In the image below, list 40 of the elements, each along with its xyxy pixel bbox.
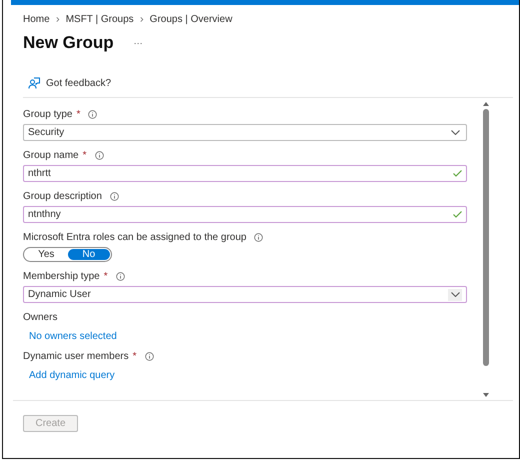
required-mark: * <box>76 109 80 120</box>
field-label: Membership type <box>23 271 100 282</box>
scroll-down-icon[interactable] <box>483 393 489 397</box>
info-icon[interactable] <box>144 352 154 361</box>
toggle-option[interactable]: Yes <box>25 249 68 260</box>
link[interactable]: No owners selected <box>29 331 467 342</box>
feedback-icon[interactable] <box>28 77 40 89</box>
required-mark: * <box>104 271 108 282</box>
field-label: Group description <box>23 191 102 202</box>
field-label: Owners <box>23 312 58 323</box>
dropdown[interactable]: Dynamic User <box>23 286 467 303</box>
scroll-up-icon[interactable] <box>483 102 489 106</box>
info-icon[interactable] <box>116 272 125 281</box>
required-mark: * <box>82 150 86 161</box>
field-label: Group type <box>23 109 72 120</box>
info-icon[interactable] <box>254 233 264 242</box>
toggle-option[interactable]: No <box>68 249 110 260</box>
breadcrumb-link[interactable]: MSFT | Groups <box>66 14 134 25</box>
field-label: Microsoft Entra roles can be assigned to the group <box>23 232 246 243</box>
text-field[interactable]: nthrtt <box>23 165 467 182</box>
field-label: Dynamic user members <box>23 351 129 362</box>
feedback-link[interactable]: Got feedback? <box>46 78 112 88</box>
page-title: New Group <box>23 33 114 53</box>
checkmark-icon <box>453 170 462 177</box>
link[interactable]: Add dynamic query <box>29 370 467 381</box>
text-field[interactable]: ntnthny <box>23 206 467 223</box>
dropdown[interactable]: Security <box>23 124 467 141</box>
chevron-right-icon <box>140 17 144 22</box>
breadcrumb-link[interactable]: Home <box>23 14 50 25</box>
info-icon[interactable] <box>88 110 98 119</box>
more-button[interactable]: ··· <box>134 38 143 48</box>
info-icon[interactable] <box>110 192 119 201</box>
checkmark-icon <box>453 211 462 218</box>
field-label: Group name <box>23 150 79 161</box>
chevron-down-icon <box>450 292 460 297</box>
chevron-down-icon <box>450 130 460 135</box>
breadcrumb-link[interactable]: Groups | Overview <box>150 14 232 25</box>
info-icon[interactable] <box>94 151 104 160</box>
chevron-right-icon <box>56 17 60 22</box>
required-mark: * <box>132 351 136 362</box>
